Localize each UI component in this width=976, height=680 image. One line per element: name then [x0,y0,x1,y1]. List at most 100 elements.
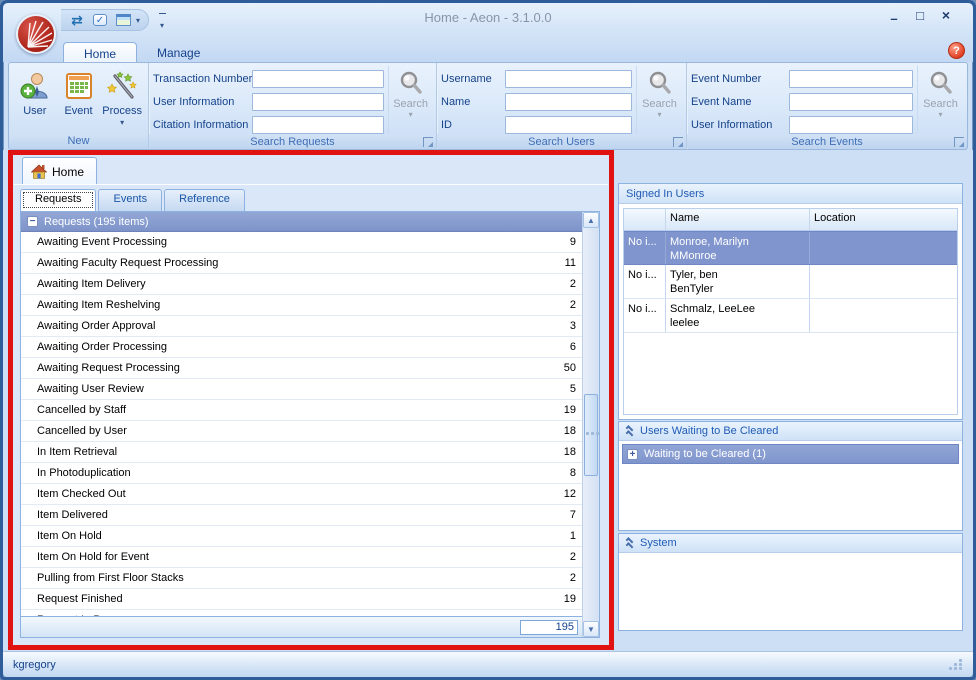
request-queue-row[interactable]: Item Checked Out 12 [21,484,582,505]
window-picture-icon[interactable] [113,11,133,29]
queue-name: Item On Hold [37,530,102,542]
user-info-cell: No i... [624,299,666,332]
document-tab-home[interactable]: Home [22,157,97,185]
field-input[interactable] [505,93,632,111]
sub-tab[interactable]: Reference [164,189,245,211]
request-queue-row[interactable]: Cancelled by User 18 [21,421,582,442]
scrollbar-thumb[interactable] [584,394,598,476]
new-event-button[interactable]: Event ▾ [57,66,101,133]
vertical-scrollbar[interactable]: ▲ ▼ [582,212,599,637]
search-field-row: Transaction Number [153,70,384,88]
sub-tab[interactable]: Requests [20,189,96,211]
collapse-chevrons-icon[interactable] [626,427,633,436]
field-input[interactable] [505,70,632,88]
ribbon-group-search-events: Event Number Event Name User Information [687,63,967,149]
app-logo-icon[interactable] [16,14,56,54]
search-field-row: User Information [153,93,384,111]
queue-count: 2 [570,278,576,290]
field-input[interactable] [252,93,384,111]
document-tab-label: Home [52,165,84,179]
new-process-button[interactable]: Process ▾ [100,66,144,133]
process-dropdown-icon[interactable]: ▾ [120,118,124,127]
request-queue-row[interactable]: Awaiting Item Delivery 2 [21,274,582,295]
search-events-button[interactable]: Search ▾ [917,66,963,134]
queue-count: 9 [570,236,576,248]
collapse-chevrons-icon[interactable] [626,539,633,548]
queue-name: Request Finished [37,593,123,605]
search-label: Search [923,98,958,110]
ribbon-tab-label: Manage [157,46,200,60]
field-input[interactable] [252,70,384,88]
new-user-button[interactable]: User ▾ [13,66,57,133]
user-info-cell: No i... [624,232,666,264]
checkmark-box-icon[interactable]: ✓ [90,11,110,29]
request-queue-row[interactable]: Awaiting User Review 5 [21,379,582,400]
signed-in-user-row[interactable]: No i... Tyler, ben BenTyler [624,265,957,299]
dialog-launcher-icon[interactable] [423,137,433,147]
waiting-panel-header[interactable]: Users Waiting to Be Cleared [619,422,962,441]
table-header-row: Name Location [624,209,957,231]
resize-grip-icon[interactable] [949,659,963,670]
field-label: Event Name [691,96,752,108]
dialog-launcher-icon[interactable] [673,137,683,147]
request-queue-row[interactable]: Item Delivered 7 [21,505,582,526]
field-label: User Information [153,96,234,108]
request-queue-row[interactable]: In Item Retrieval 18 [21,442,582,463]
maximize-button[interactable]: □ [911,8,929,25]
minimize-button[interactable]: – [885,8,903,25]
window-dropdown-icon[interactable]: ▾ [136,16,140,25]
request-queue-row[interactable]: Item On Hold for Event 2 [21,547,582,568]
search-field-row: Name [441,93,632,111]
expand-icon[interactable]: + [627,449,638,460]
search-users-button[interactable]: Search ▾ [636,66,682,134]
field-input[interactable] [252,116,384,134]
qat-customize-icon[interactable]: ▾ [155,13,169,33]
waiting-to-be-cleared-panel: Users Waiting to Be Cleared + Waiting to… [618,421,963,531]
request-queue-row[interactable]: Request Finished 19 [21,589,582,610]
system-panel-header[interactable]: System [619,534,962,553]
dialog-launcher-icon[interactable] [954,137,964,147]
queue-name: Awaiting Order Processing [37,341,167,353]
collapse-icon[interactable]: − [27,216,38,227]
request-queue-row[interactable]: Awaiting Request Processing 50 [21,358,582,379]
request-queue-row[interactable]: In Photoduplication 8 [21,463,582,484]
request-queue-row[interactable]: Cancelled by Staff 19 [21,400,582,421]
waiting-group-row[interactable]: + Waiting to be Cleared (1) [622,444,959,464]
field-label: User Information [691,119,772,131]
close-button[interactable]: × [937,8,955,25]
add-user-icon [19,70,51,102]
search-label: Search [642,98,677,110]
group-caption-search-requests: Search Requests [149,134,436,149]
ribbon-group-new: User ▾ Event ▾ [9,63,149,149]
request-queue-row[interactable]: Awaiting Event Processing 9 [21,232,582,253]
request-queue-row[interactable]: Item On Hold 1 [21,526,582,547]
scroll-up-icon[interactable]: ▲ [583,212,599,228]
sync-icon[interactable]: ⇄ [67,11,87,29]
request-queue-row[interactable]: Pulling from First Floor Stacks 2 [21,568,582,589]
status-bar: kgregory [3,651,973,677]
requests-group-header[interactable]: − Requests (195 items) [21,212,582,232]
scroll-down-icon[interactable]: ▼ [583,621,599,637]
search-requests-button[interactable]: Search ▾ [388,66,432,134]
field-input[interactable] [789,116,913,134]
request-queue-row[interactable]: Awaiting Order Processing 6 [21,337,582,358]
sub-tab[interactable]: Events [98,189,162,211]
field-input[interactable] [505,116,632,134]
user-location-cell [810,265,957,298]
column-info[interactable] [624,209,666,230]
calendar-icon [63,70,95,102]
queue-name: Cancelled by User [37,425,127,437]
queue-count: 7 [570,509,576,521]
field-input[interactable] [789,93,913,111]
request-queue-row[interactable]: Awaiting Item Reshelving 2 [21,295,582,316]
request-queue-row[interactable]: Awaiting Order Approval 3 [21,316,582,337]
signed-in-user-row[interactable]: No i... Schmalz, LeeLee leelee [624,299,957,333]
panel-title: Users Waiting to Be Cleared [640,425,778,437]
column-location[interactable]: Location [810,209,957,230]
request-queue-row[interactable]: Awaiting Faculty Request Processing 11 [21,253,582,274]
help-button[interactable]: ? [948,42,965,59]
signed-in-user-row[interactable]: No i... Monroe, Marilyn MMonroe [624,231,957,265]
queue-name: Awaiting Event Processing [37,236,167,248]
column-name[interactable]: Name [666,209,810,230]
field-input[interactable] [789,70,913,88]
